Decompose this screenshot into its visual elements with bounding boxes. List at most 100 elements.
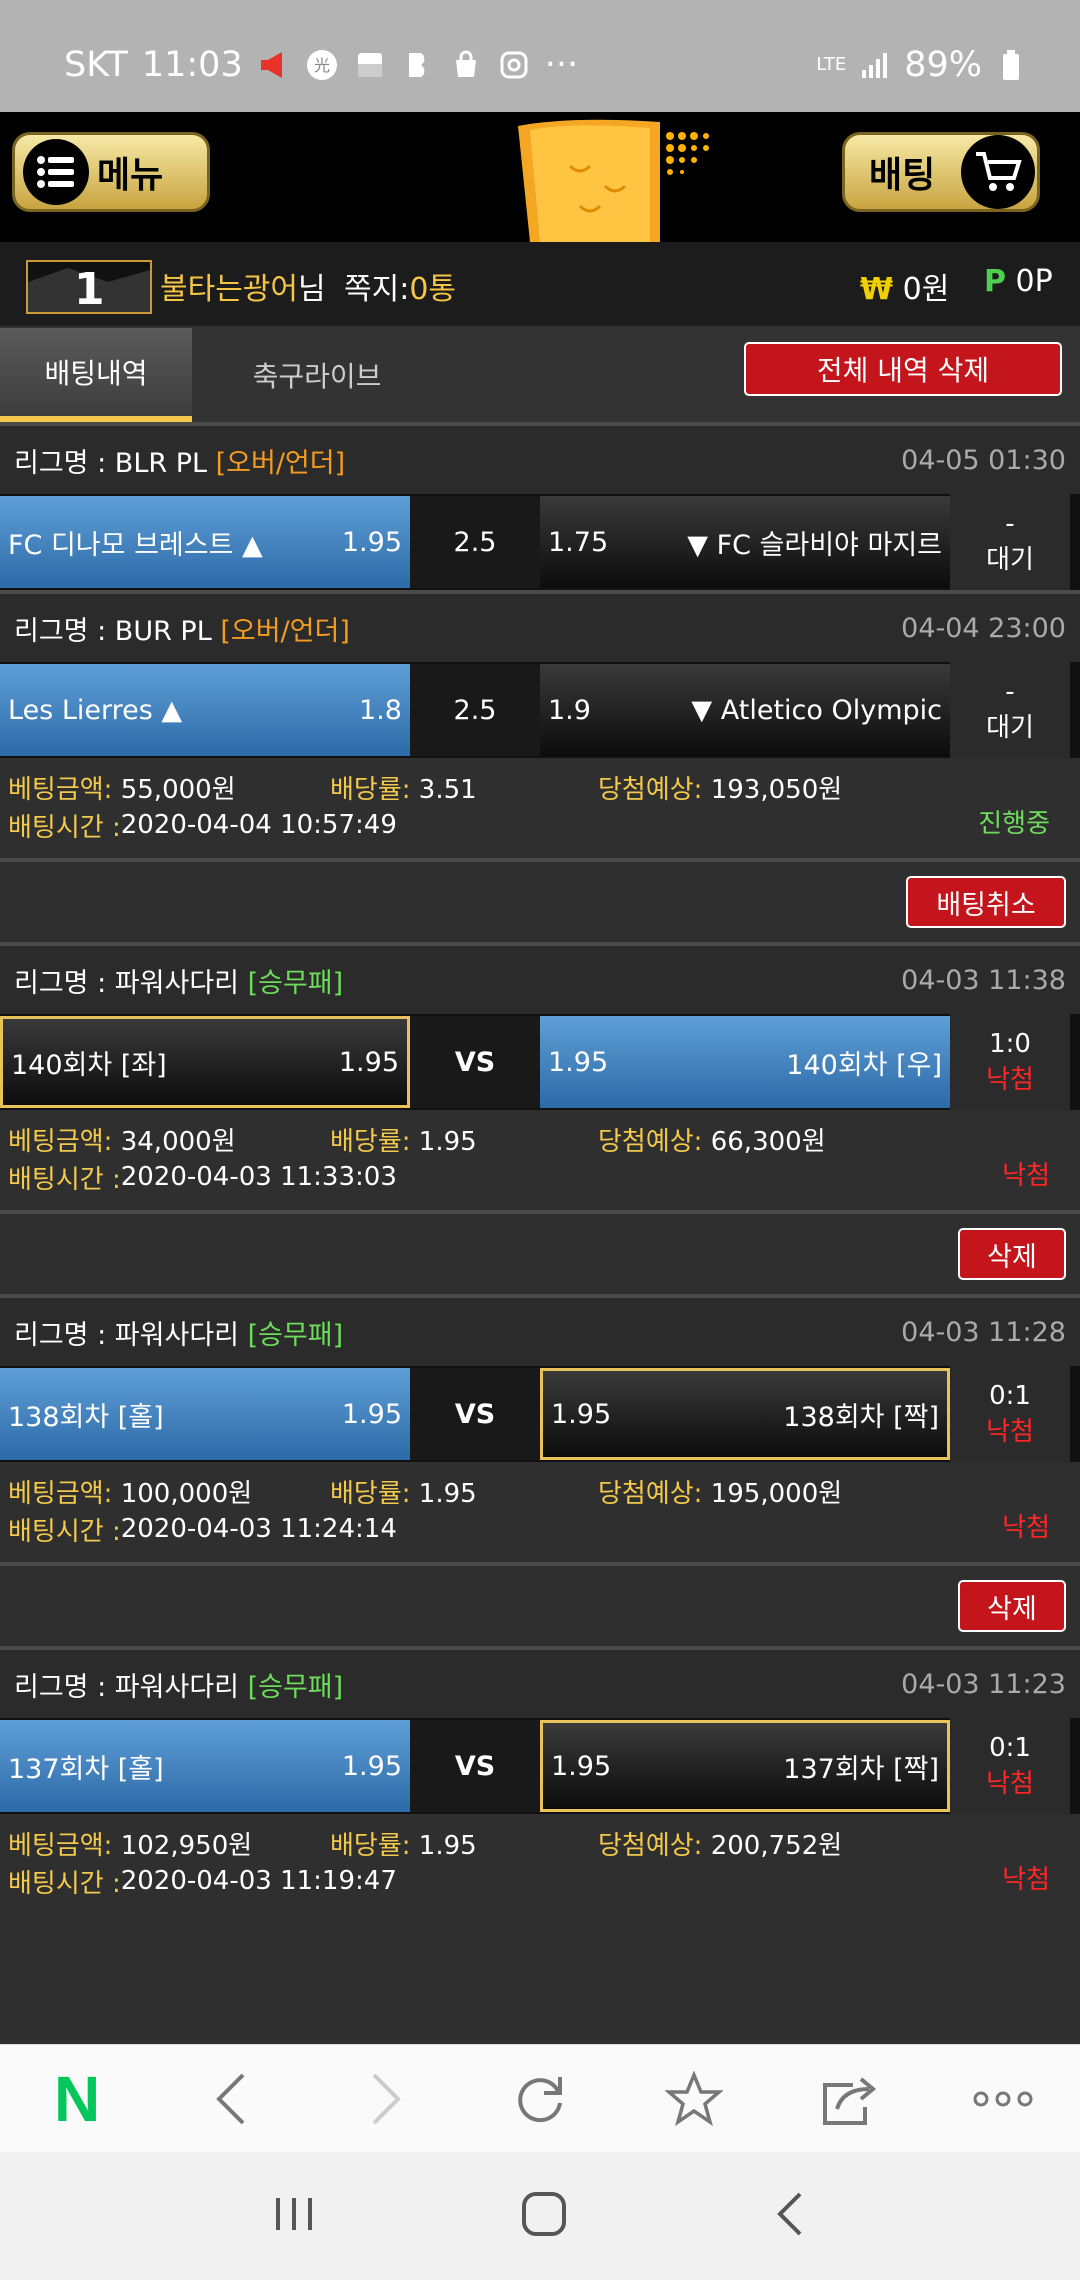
bet-time-value: 2020-04-03 11:24:14 <box>120 1514 397 1544</box>
bet-time-value: 2020-04-04 10:57:49 <box>120 810 397 840</box>
bet-rate: 배당률: 1.95 <box>330 1121 598 1158</box>
league-title: 파워사다리 <box>114 1319 239 1351</box>
handicap-value: VS <box>410 1368 540 1460</box>
bet-amount-label: 베팅금액: <box>8 1830 113 1861</box>
delete-all-history-button[interactable]: 전체 내역 삭제 <box>744 342 1062 396</box>
bet-time-label: 배팅시간 : <box>8 812 121 843</box>
away-odds: 1.95 <box>551 1750 612 1782</box>
status-bar: SKT 11:03 光 ··· LTE 89% <box>0 0 1080 112</box>
bet-rate-value: 3.51 <box>418 774 477 805</box>
home-team-option[interactable]: Les Lierres ▲ 1.8 <box>0 664 410 756</box>
bookmark-star-icon[interactable] <box>654 2059 734 2139</box>
away-team-option[interactable]: 1.95 138회차 [짝] <box>540 1368 950 1460</box>
megaphone-icon <box>257 48 291 82</box>
bet-amount: 베팅금액: 102,950원 <box>8 1825 330 1862</box>
memo-link[interactable]: 쪽지:0통 <box>344 264 456 308</box>
league-prefix: 리그명 : <box>14 447 115 479</box>
away-team-option[interactable]: 1.75 ▼ FC 슬라비야 마지르 <box>540 496 950 588</box>
rank-badge: 1 <box>26 260 152 315</box>
bet-type-tag: [오버/언더] <box>220 615 350 647</box>
system-back-icon[interactable] <box>772 2190 808 2242</box>
home-odds: 1.8 <box>359 694 402 726</box>
betting-cart-button[interactable]: 배팅 <box>842 132 1040 212</box>
bet-time-row: 배팅시간 : 2020-04-03 11:19:47 <box>8 1862 1066 1900</box>
bet-time-row: 배팅시간 : 2020-04-03 11:24:14 <box>8 1510 1066 1548</box>
match-row: 140회차 [좌] 1.95 VS 1.95 140회차 [우] 1:0 낙첨 <box>0 1014 1080 1110</box>
home-team-name: FC 디나모 브레스트 ▲ <box>8 529 263 561</box>
expected-win-value: 66,300원 <box>710 1126 826 1157</box>
menu-label: 메뉴 <box>97 155 164 196</box>
away-team-option[interactable]: 1.9 ▼ Atletico Olympic <box>540 664 950 756</box>
naver-logo: N <box>54 2062 101 2135</box>
expected-win-value: 193,050원 <box>710 774 843 805</box>
league-header: 리그명 : 파워사다리 [승무패] 04-03 11:28 <box>0 1294 1080 1366</box>
bet-summary: 베팅금액: 34,000원 배당률: 1.95 당첨예상: 66,300원 배팅시간 … <box>0 1110 1080 1210</box>
username-text: 불타는광어 <box>160 272 298 307</box>
handicap-value: VS <box>410 1016 540 1108</box>
home-team-name: 138회차 [홀] <box>8 1401 164 1433</box>
home-icon[interactable] <box>520 2190 568 2242</box>
match-row: 138회차 [홀] 1.95 VS 1.95 138회차 [짝] 0:1 낙첨 <box>0 1366 1080 1462</box>
bet-action-row: 삭제 <box>0 1562 1080 1646</box>
bet-time-value: 2020-04-03 11:19:47 <box>120 1866 397 1896</box>
memo-count: 0통 <box>409 272 456 307</box>
won-icon: ₩ <box>860 272 894 307</box>
score: 0:1 <box>989 1732 1031 1763</box>
more-options-icon[interactable] <box>963 2059 1043 2139</box>
expected-win-label: 당첨예상: <box>598 1478 703 1509</box>
expected-win: 당첨예상: 193,050원 <box>598 769 978 806</box>
points-value: 0P <box>1015 264 1053 299</box>
match-result: - 대기 <box>950 494 1070 590</box>
menu-button[interactable]: 메뉴 <box>12 132 210 212</box>
list-icon <box>23 139 89 205</box>
home-team-option[interactable]: FC 디나모 브레스트 ▲ 1.95 <box>0 496 410 588</box>
network-type: LTE <box>816 54 847 75</box>
home-odds: 1.95 <box>341 1398 402 1430</box>
cancel-bet-button[interactable]: 배팅취소 <box>906 876 1066 928</box>
bet-slip: 리그명 : 파워사다리 [승무패] 04-03 11:28 138회차 [홀] 1.9… <box>0 1294 1080 1646</box>
home-team-option[interactable]: 138회차 [홀] 1.95 <box>0 1368 410 1460</box>
away-team-option[interactable]: 1.95 137회차 [짝] <box>540 1720 950 1812</box>
league-header: 리그명 : 파워사다리 [승무패] 04-03 11:23 <box>0 1646 1080 1718</box>
browser-toolbar: N <box>0 2044 1080 2152</box>
league-name: 리그명 : 파워사다리 [승무패] <box>14 1313 343 1352</box>
delete-bet-button[interactable]: 삭제 <box>958 1228 1066 1280</box>
result-status: 대기 <box>986 712 1034 743</box>
bet-rate: 배당률: 1.95 <box>330 1825 598 1862</box>
bet-status: 진행중 <box>978 809 1050 839</box>
home-team-option[interactable]: 137회차 [홀] 1.95 <box>0 1720 410 1812</box>
league-name: 리그명 : 파워사다리 [승무패] <box>14 961 343 1000</box>
away-team-name: 137회차 [짝] <box>783 1753 939 1785</box>
bet-rate: 배당률: 3.51 <box>330 769 598 806</box>
betting-history-list: 리그명 : BLR PL [오버/언더] 04-05 01:30 FC 디나모 브레… <box>0 422 1080 1914</box>
bet-status: 낙첨 <box>1002 1513 1050 1543</box>
handicap-value: VS <box>410 1720 540 1812</box>
forward-icon[interactable] <box>346 2059 426 2139</box>
back-icon[interactable] <box>191 2059 271 2139</box>
tab-soccer-live[interactable]: 축구라이브 <box>192 328 442 422</box>
share-icon[interactable] <box>809 2059 889 2139</box>
away-team-name: ▼ Atletico Olympic <box>691 694 942 726</box>
home-team-option[interactable]: 140회차 [좌] 1.95 <box>0 1016 410 1108</box>
away-team-option[interactable]: 1.95 140회차 [우] <box>540 1016 950 1108</box>
site-logo[interactable] <box>510 116 760 242</box>
bet-summary-row: 베팅금액: 34,000원 배당률: 1.95 당첨예상: 66,300원 <box>8 1120 1066 1158</box>
league-prefix: 리그명 : <box>14 1319 115 1351</box>
league-name: 리그명 : BUR PL [오버/언더] <box>14 609 350 648</box>
recent-apps-icon[interactable] <box>272 2194 316 2238</box>
bet-summary: 베팅금액: 100,000원 배당률: 1.95 당첨예상: 195,000원 배팅시… <box>0 1462 1080 1562</box>
refresh-icon[interactable] <box>500 2059 580 2139</box>
bet-amount-value: 55,000원 <box>120 774 236 805</box>
score: - <box>1005 508 1015 539</box>
result-status: 낙첨 <box>986 1064 1034 1095</box>
memo-label: 쪽지: <box>344 272 410 307</box>
bet-rate-label: 배당률: <box>330 1478 411 1509</box>
bet-status: 낙첨 <box>1002 1161 1050 1191</box>
result-status: 낙첨 <box>986 1768 1034 1799</box>
naver-home-icon[interactable]: N <box>37 2059 117 2139</box>
delete-bet-button[interactable]: 삭제 <box>958 1580 1066 1632</box>
result-status: 낙첨 <box>986 1416 1034 1447</box>
away-odds: 1.95 <box>548 1046 609 1078</box>
tab-betting-history[interactable]: 배팅내역 <box>0 328 192 422</box>
bet-amount: 베팅금액: 34,000원 <box>8 1121 330 1158</box>
